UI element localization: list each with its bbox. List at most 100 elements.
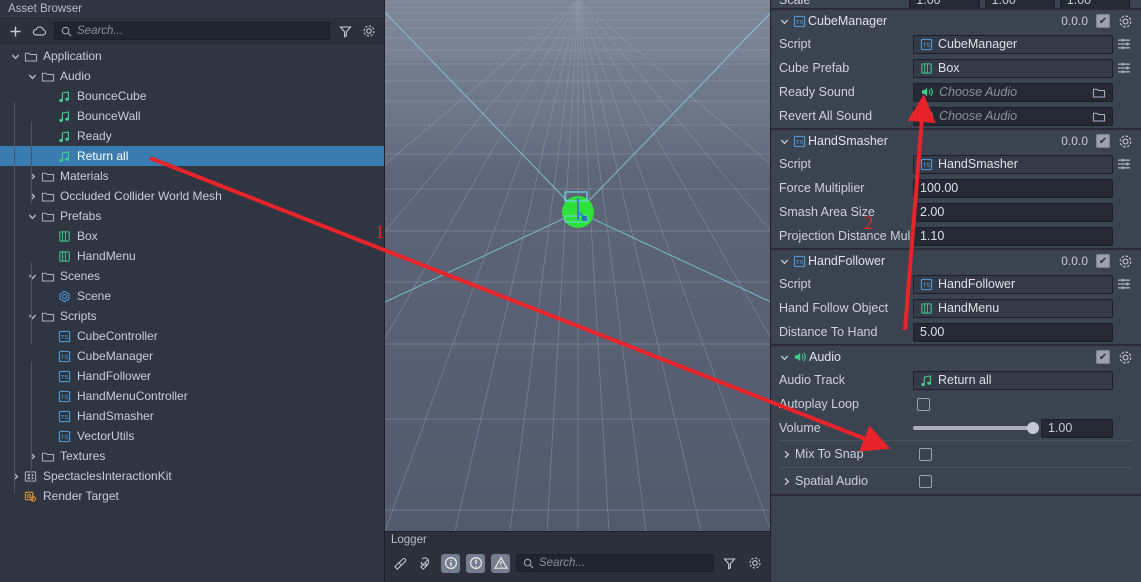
tree-item-textures[interactable]: Textures xyxy=(0,446,384,466)
tree-item-cubemanager[interactable]: TS CubeManager xyxy=(0,346,384,366)
scene-viewport[interactable] xyxy=(385,0,770,531)
slider-value-field[interactable]: 1.00 xyxy=(1041,418,1113,438)
gear-icon[interactable] xyxy=(1118,350,1133,365)
chevron-down-icon[interactable] xyxy=(25,66,39,86)
chevron-down-icon[interactable] xyxy=(777,353,791,362)
chevron-right-icon[interactable] xyxy=(25,446,39,466)
cloud-icon[interactable] xyxy=(30,22,48,40)
scale-z-field[interactable]: 1.00 xyxy=(1059,0,1130,8)
component-header[interactable]: TS HandFollower 0.0.0 ✔ xyxy=(771,250,1141,272)
tree-item-handmenu[interactable]: HandMenu xyxy=(0,246,384,266)
property-audio-field[interactable]: Choose Audio xyxy=(913,82,1113,102)
slider-track[interactable] xyxy=(913,422,1039,434)
component-header[interactable]: TS HandSmasher 0.0.0 ✔ xyxy=(771,130,1141,152)
tree-item-scenes[interactable]: Scenes xyxy=(0,266,384,286)
chevron-right-icon[interactable] xyxy=(25,186,39,206)
folder-icon[interactable] xyxy=(1092,86,1106,99)
slider-knob[interactable] xyxy=(1027,422,1039,434)
property-reference-field[interactable]: HandMenu xyxy=(913,298,1113,318)
viewport-3d-render[interactable] xyxy=(385,0,770,531)
gear-icon[interactable] xyxy=(360,22,378,40)
tree-item-return-all[interactable]: Return all xyxy=(0,146,384,166)
property-reference-field[interactable]: TS HandFollower xyxy=(913,274,1113,294)
property-checkbox[interactable] xyxy=(917,397,930,411)
chevron-right-icon[interactable] xyxy=(8,466,22,486)
property-audio-field[interactable]: Choose Audio xyxy=(913,106,1113,126)
property-reference-field[interactable]: Return all xyxy=(913,370,1113,390)
info-filter-icon[interactable] xyxy=(441,553,460,573)
property-reference-field[interactable]: TS HandSmasher xyxy=(913,154,1113,174)
chevron-down-icon[interactable] xyxy=(777,257,791,266)
tree-item-scene[interactable]: Scene xyxy=(0,286,384,306)
tree-item-bouncecube[interactable]: BounceCube xyxy=(0,86,384,106)
subsection-checkbox[interactable] xyxy=(919,447,932,461)
tree-item-ready[interactable]: Ready xyxy=(0,126,384,146)
asset-tree[interactable]: Application Audio BounceCube BounceWall Read… xyxy=(0,44,384,506)
component-enabled-checkbox[interactable]: ✔ xyxy=(1096,350,1110,364)
folder-icon[interactable] xyxy=(1092,110,1106,123)
scale-x-field[interactable]: 1.00 xyxy=(909,0,980,8)
plus-icon[interactable] xyxy=(6,22,24,40)
snap-lens-studio-window: Asset Browser Search... Application Audio… xyxy=(0,0,1141,582)
ts-icon: TS xyxy=(56,346,73,366)
tree-item-render-target[interactable]: Render Target xyxy=(0,486,384,506)
tree-item-label: HandMenuController xyxy=(77,389,188,403)
property-reference-field[interactable]: Box xyxy=(913,58,1113,78)
asset-search-input[interactable]: Search... xyxy=(54,22,330,40)
warning-filter-icon[interactable] xyxy=(466,553,485,573)
subsection-checkbox[interactable] xyxy=(919,474,932,488)
property-number-field[interactable]: 2.00 xyxy=(913,202,1113,222)
tree-item-vectorutils[interactable]: TS VectorUtils xyxy=(0,426,384,446)
clear-icon[interactable] xyxy=(391,554,410,573)
subsection-spatial-audio[interactable]: Spatial Audio xyxy=(771,468,1141,494)
sliders-icon[interactable] xyxy=(1113,277,1135,291)
tree-item-handfollower[interactable]: TS HandFollower xyxy=(0,366,384,386)
property-number-field[interactable]: 5.00 xyxy=(913,322,1113,342)
tree-item-prefabs[interactable]: Prefabs xyxy=(0,206,384,226)
chevron-down-icon[interactable] xyxy=(777,137,791,146)
gear-icon[interactable] xyxy=(1118,134,1133,149)
chevron-right-icon[interactable] xyxy=(779,450,793,459)
chevron-down-icon[interactable] xyxy=(8,46,22,66)
tree-item-materials[interactable]: Materials xyxy=(0,166,384,186)
scale-y-field[interactable]: 1.00 xyxy=(984,0,1055,8)
component-header[interactable]: TS CubeManager 0.0.0 ✔ xyxy=(771,10,1141,32)
filter-icon[interactable] xyxy=(720,554,739,573)
error-filter-icon[interactable] xyxy=(491,553,510,573)
chevron-down-icon[interactable] xyxy=(25,266,39,286)
tree-item-handsmasher[interactable]: TS HandSmasher xyxy=(0,406,384,426)
component-enabled-checkbox[interactable]: ✔ xyxy=(1096,134,1110,148)
sliders-icon[interactable] xyxy=(1113,157,1135,171)
tree-item-audio[interactable]: Audio xyxy=(0,66,384,86)
component-enabled-checkbox[interactable]: ✔ xyxy=(1096,14,1110,28)
tree-guide-line xyxy=(31,262,32,324)
sliders-icon[interactable] xyxy=(1113,61,1135,75)
chevron-right-icon[interactable] xyxy=(25,166,39,186)
tree-item-occluded-collider-world-mesh[interactable]: Occluded Collider World Mesh xyxy=(0,186,384,206)
property-number-field[interactable]: 100.00 xyxy=(913,178,1113,198)
volume-slider[interactable]: 1.00 xyxy=(913,418,1113,438)
tree-item-scripts[interactable]: Scripts xyxy=(0,306,384,326)
sliders-icon[interactable] xyxy=(1113,37,1135,51)
component-header[interactable]: Audio ✔ xyxy=(771,346,1141,368)
tree-item-handmenucontroller[interactable]: TS HandMenuController xyxy=(0,386,384,406)
chevron-down-icon[interactable] xyxy=(777,17,791,26)
tree-item-application[interactable]: Application xyxy=(0,46,384,66)
logger-search-input[interactable]: Search... xyxy=(516,554,714,572)
chevron-down-icon[interactable] xyxy=(25,206,39,226)
tree-item-bouncewall[interactable]: BounceWall xyxy=(0,106,384,126)
property-reference-field[interactable]: TS CubeManager xyxy=(913,34,1113,54)
clear-on-play-icon[interactable] xyxy=(416,554,435,573)
component-enabled-checkbox[interactable]: ✔ xyxy=(1096,254,1110,268)
tree-item-spectaclesinteractionkit[interactable]: SpectaclesInteractionKit xyxy=(0,466,384,486)
property-number-field[interactable]: 1.10 xyxy=(913,226,1113,246)
chevron-down-icon[interactable] xyxy=(25,306,39,326)
gear-icon[interactable] xyxy=(1118,14,1133,29)
filter-icon[interactable] xyxy=(336,22,354,40)
tree-item-box[interactable]: Box xyxy=(0,226,384,246)
gear-icon[interactable] xyxy=(1118,254,1133,269)
chevron-right-icon[interactable] xyxy=(779,477,793,486)
gear-icon[interactable] xyxy=(745,554,764,573)
subsection-mix-to-snap[interactable]: Mix To Snap xyxy=(771,441,1141,467)
tree-item-cubecontroller[interactable]: TS CubeController xyxy=(0,326,384,346)
